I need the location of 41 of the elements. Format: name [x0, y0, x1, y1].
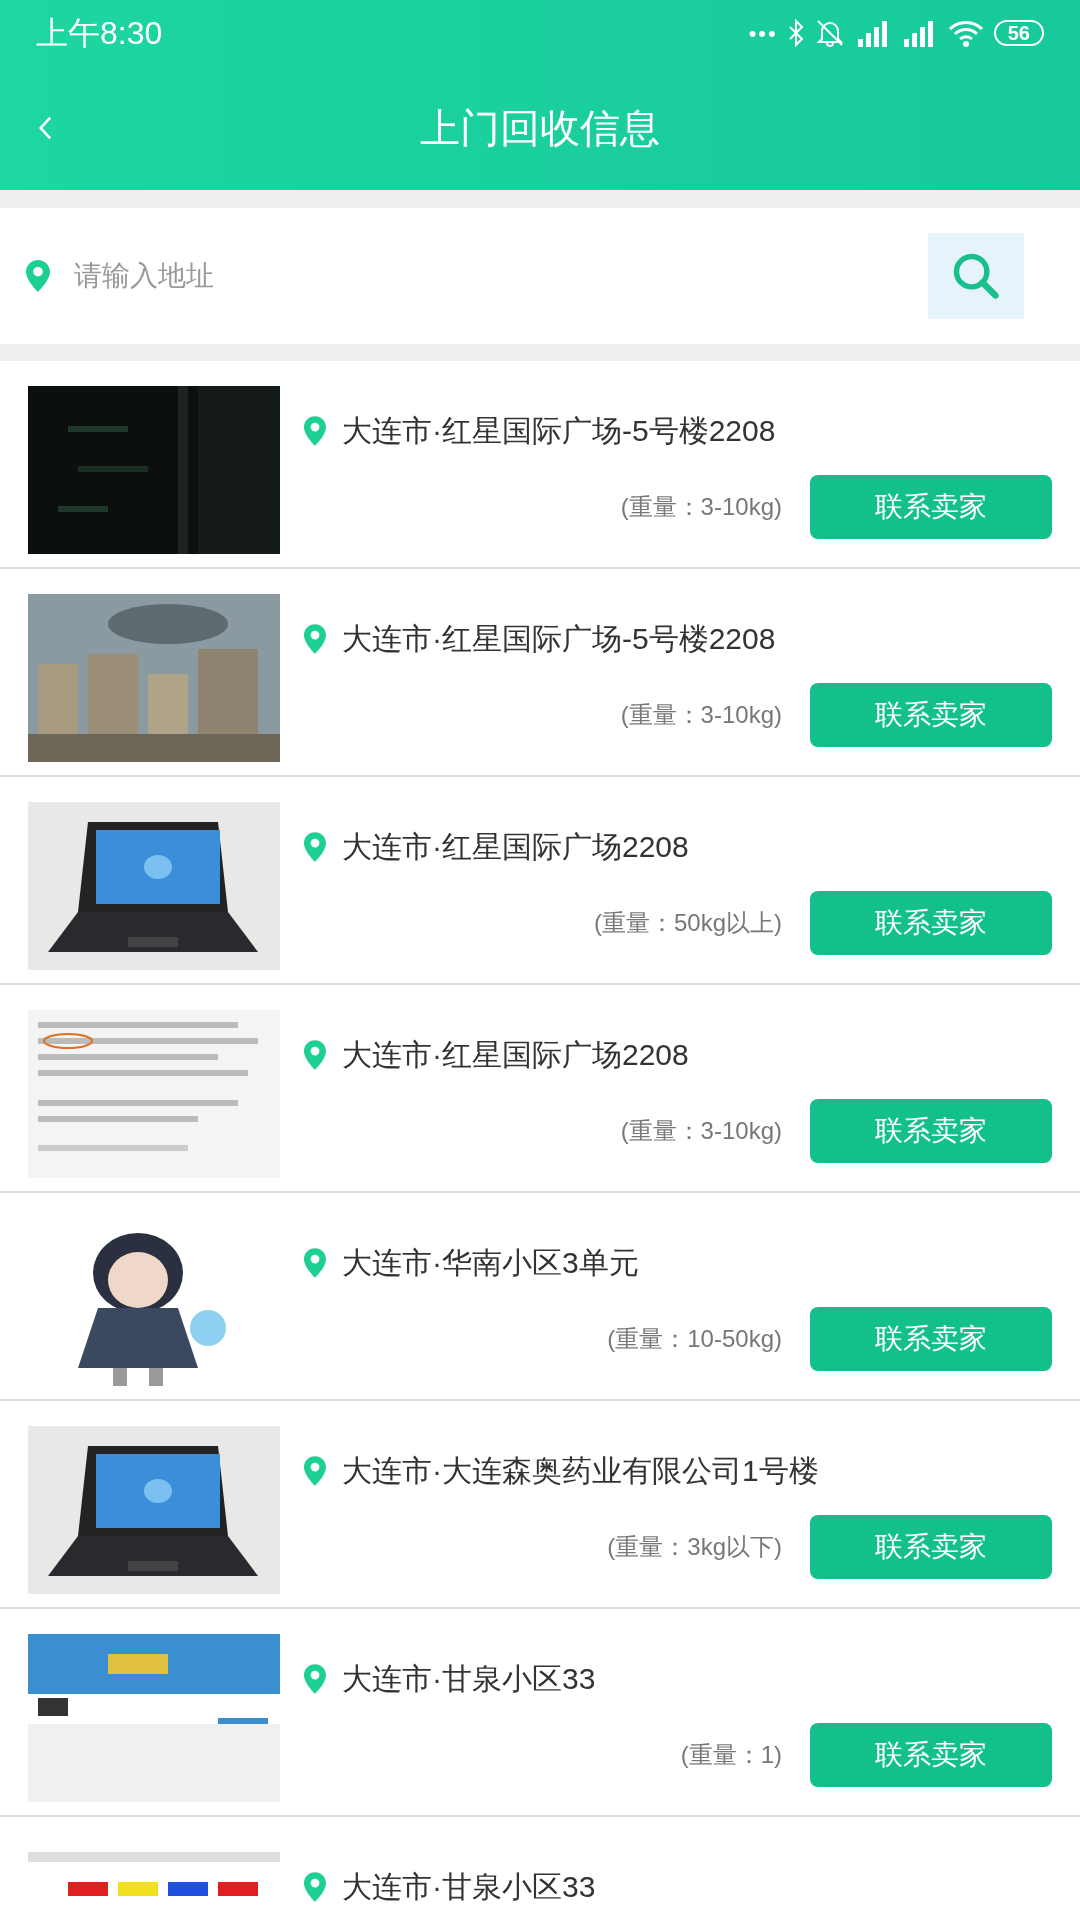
- location-pin-icon: [304, 623, 326, 654]
- listing-card[interactable]: 大连市·华南小区3单元 (重量：10-50kg) 联系卖家: [0, 1193, 1080, 1399]
- listing-card[interactable]: 大连市·甘泉小区33: [0, 1817, 1080, 1920]
- listing-card[interactable]: 大连市·红星国际广场-5号楼2208 (重量：3-10kg) 联系卖家: [0, 569, 1080, 775]
- listing-card[interactable]: 大连市·红星国际广场2208 (重量：3-10kg) 联系卖家: [0, 985, 1080, 1191]
- address-text: 大连市·甘泉小区33: [342, 1869, 596, 1905]
- listing-card[interactable]: 大连市·红星国际广场-5号楼2208 (重量：3-10kg) 联系卖家: [0, 361, 1080, 567]
- status-time: 上午8:30: [36, 14, 163, 53]
- listing-card[interactable]: 大连市·甘泉小区33 (重量：1) 联系卖家: [0, 1609, 1080, 1815]
- address-text: 大连市·华南小区3单元: [342, 1245, 639, 1281]
- address-text: 大连市·红星国际广场2208: [342, 1037, 689, 1073]
- listing-card[interactable]: 大连市·大连森奥药业有限公司1号楼 (重量：3kg以下) 联系卖家: [0, 1401, 1080, 1607]
- address-text: 大连市·红星国际广场-5号楼2208: [342, 621, 776, 657]
- location-pin-icon: [304, 415, 326, 446]
- address-text: 大连市·红星国际广场-5号楼2208: [342, 413, 776, 449]
- address-input[interactable]: 请输入地址: [74, 255, 928, 297]
- location-pin-icon: [26, 260, 50, 292]
- location-pin-icon: [304, 1039, 326, 1070]
- address-text: 大连市·红星国际广场2208: [342, 829, 689, 865]
- weight-text: (重量：3-10kg): [620, 1116, 782, 1146]
- weight-text: (重量：3-10kg): [620, 700, 782, 730]
- search-button[interactable]: [928, 233, 1024, 319]
- weight-text: (重量：3kg以下): [607, 1532, 782, 1562]
- wifi-icon: [947, 19, 984, 47]
- location-pin-icon: [304, 1871, 326, 1902]
- listing-card[interactable]: 大连市·红星国际广场2208 (重量：50kg以上) 联系卖家: [0, 777, 1080, 983]
- back-icon[interactable]: [38, 116, 52, 140]
- address-text: 大连市·甘泉小区33: [342, 1661, 596, 1697]
- more-dots: •••: [748, 19, 778, 48]
- address-text: 大连市·大连森奥药业有限公司1号楼: [342, 1453, 819, 1489]
- weight-text: (重量：1): [680, 1740, 782, 1770]
- location-pin-icon: [304, 1663, 326, 1694]
- weight-text: (重量：10-50kg): [607, 1324, 782, 1354]
- weight-text: (重量：3-10kg): [620, 492, 782, 522]
- location-pin-icon: [304, 1247, 326, 1278]
- page-title: 上门回收信息: [420, 105, 660, 152]
- bluetooth-icon: [787, 19, 804, 47]
- battery-indicator: 56: [993, 20, 1044, 46]
- location-pin-icon: [304, 1455, 326, 1486]
- location-pin-icon: [304, 831, 326, 862]
- weight-text: (重量：50kg以上): [593, 908, 782, 938]
